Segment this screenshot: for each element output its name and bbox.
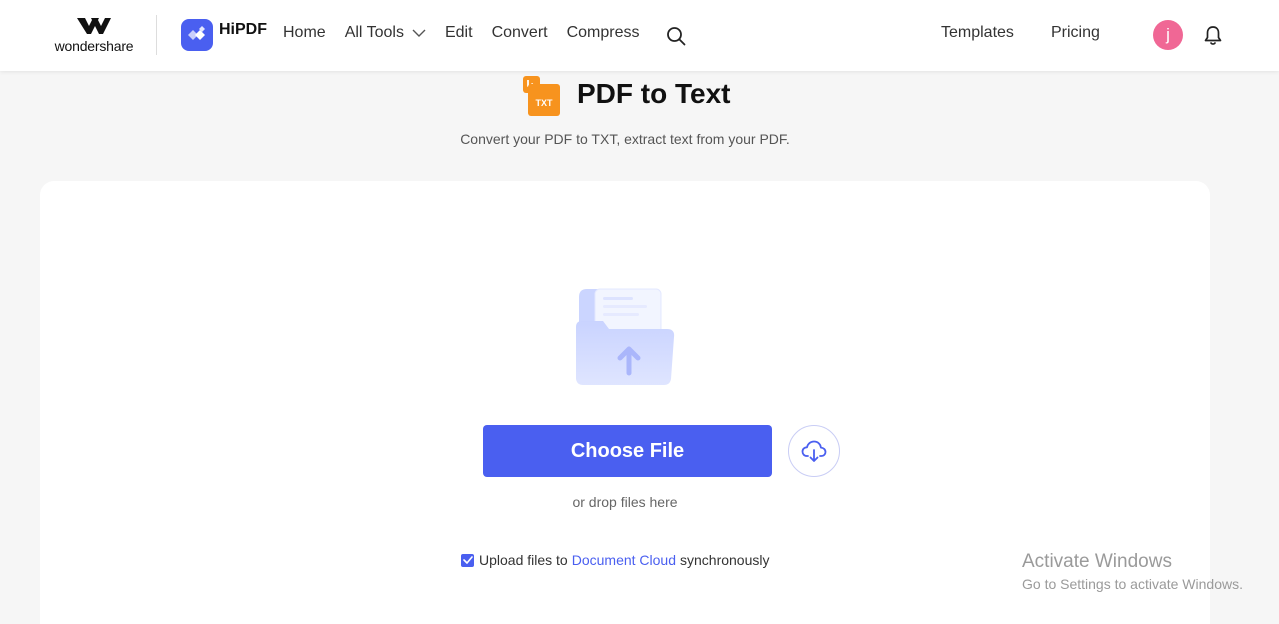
wondershare-wordmark: wondershare: [54, 38, 134, 54]
chevron-down-icon: [412, 29, 426, 37]
hipdf-wordmark: HiPDF: [219, 21, 267, 38]
nav-templates[interactable]: Templates: [941, 24, 1014, 42]
nav-edit[interactable]: Edit: [445, 24, 473, 42]
user-avatar[interactable]: j: [1153, 20, 1183, 50]
page-subtitle: Convert your PDF to TXT, extract text fr…: [460, 131, 790, 147]
nav-compress[interactable]: Compress: [567, 24, 640, 42]
tool-icon-label: TXT: [536, 98, 554, 108]
main-nav: Home All Tools Edit Convert Compress: [283, 24, 659, 42]
page-title: PDF to Text: [577, 78, 731, 109]
wondershare-mark-icon: [77, 18, 111, 34]
document-cloud-link[interactable]: Document Cloud: [572, 552, 676, 568]
search-icon[interactable]: [666, 26, 686, 46]
folder-upload-illustration: [576, 288, 675, 385]
hipdf-logo-icon: [181, 19, 213, 51]
activate-windows-title: Activate Windows: [1022, 551, 1172, 572]
nav-home[interactable]: Home: [283, 24, 326, 42]
activate-windows-subtitle: Go to Settings to activate Windows.: [1022, 576, 1243, 592]
checkmark-icon: [462, 556, 473, 564]
sync-label-suffix: synchronously: [680, 552, 770, 568]
notification-bell-icon[interactable]: [1203, 25, 1223, 46]
wondershare-logo[interactable]: wondershare: [47, 16, 141, 58]
drop-files-hint: or drop files here: [572, 494, 678, 510]
hipdf-logo[interactable]: HiPDF: [181, 19, 267, 51]
cloud-upload-button[interactable]: [788, 425, 840, 477]
pdf-to-txt-icon: TXT: [523, 76, 560, 116]
sync-option: Upload files to Document Cloud synchrono…: [461, 552, 770, 568]
sync-label-prefix: Upload files to: [479, 552, 568, 568]
logo-divider: [156, 15, 157, 55]
cloud-download-icon: [801, 440, 827, 462]
nav-pricing[interactable]: Pricing: [1051, 24, 1100, 42]
nav-all-tools-label: All Tools: [344, 24, 404, 41]
sync-checkbox[interactable]: [461, 553, 474, 567]
nav-convert[interactable]: Convert: [492, 24, 548, 42]
top-nav-bar: wondershare HiPDF Home All Tools Edit Co…: [0, 0, 1279, 71]
choose-file-button[interactable]: Choose File: [483, 425, 772, 477]
nav-all-tools[interactable]: All Tools: [345, 24, 426, 42]
